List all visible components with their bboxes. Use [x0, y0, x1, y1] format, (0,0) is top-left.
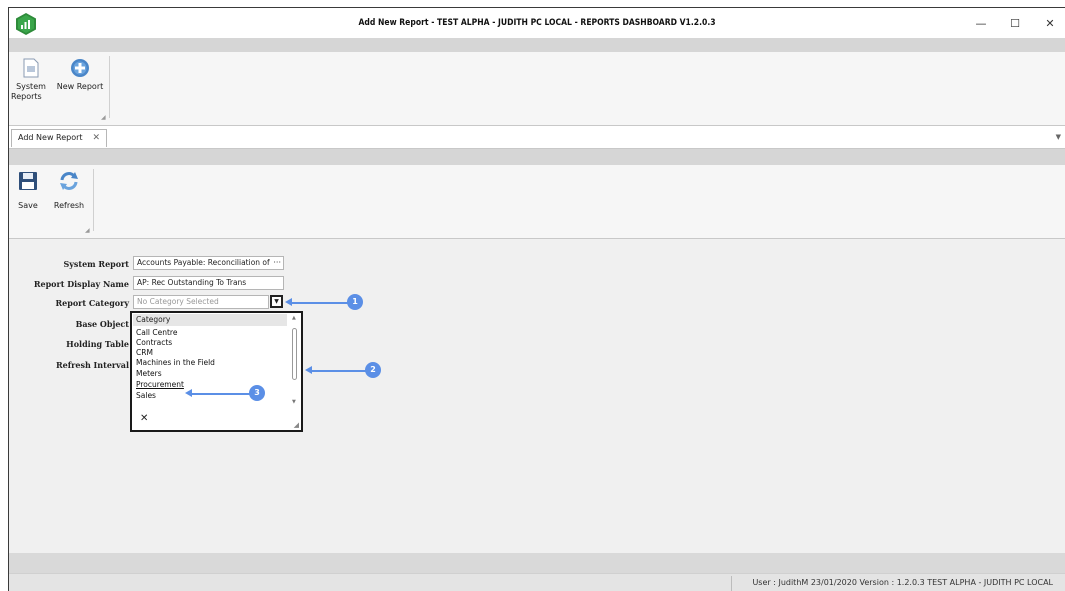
- system-reports-label-2: Reports: [11, 92, 42, 101]
- group-grip-icon: ◢: [85, 227, 90, 234]
- dropdown-header: Category: [133, 314, 287, 326]
- callout-badge-1: 1: [347, 294, 363, 310]
- scroll-down-icon[interactable]: ▼: [292, 399, 296, 405]
- callout-arrow-head: [305, 366, 312, 374]
- ellipsis-button[interactable]: ···: [273, 257, 281, 269]
- save-label: Save: [18, 201, 38, 210]
- ribbon-group-separator: [93, 169, 94, 231]
- doc-ribbon-header-bar: [9, 149, 1065, 165]
- system-report-value: Accounts Payable: Reconciliation of: [137, 258, 270, 267]
- status-bar: User : JudithM 23/01/2020 Version : 1.2.…: [9, 573, 1065, 591]
- callout-arrow-head: [185, 389, 192, 397]
- plus-circle-icon: [71, 59, 89, 77]
- list-item[interactable]: Contracts: [136, 338, 172, 348]
- tab-add-new-report[interactable]: Add New Report ✕: [11, 129, 107, 147]
- callout-badge-3: 3: [249, 385, 265, 401]
- ribbon-group-separator: [109, 56, 110, 118]
- callout-badge-2: 2: [365, 362, 381, 378]
- category-dropdown-list[interactable]: Category Call Centre Contracts CRM Machi…: [130, 311, 303, 432]
- scroll-up-icon[interactable]: ▲: [292, 315, 296, 321]
- list-item[interactable]: Machines in the Field: [136, 358, 215, 368]
- save-button[interactable]: Save: [13, 171, 43, 211]
- tab-close-icon[interactable]: ✕: [92, 130, 100, 146]
- refresh-button[interactable]: Refresh: [49, 171, 89, 211]
- bottom-band: [9, 553, 1065, 573]
- callout-arrow-line: [292, 302, 348, 304]
- list-item[interactable]: Sales: [136, 391, 156, 401]
- document-icon: [23, 58, 39, 78]
- refresh-interval-label: Refresh Interval: [55, 360, 129, 370]
- floppy-disk-icon: [19, 172, 37, 190]
- clear-selection-icon[interactable]: ✕: [140, 413, 148, 424]
- resize-grip-icon[interactable]: ◢: [294, 421, 299, 429]
- report-display-name-label: Report Display Name: [33, 279, 129, 289]
- title-bar: Add New Report - TEST ALPHA - JUDITH PC …: [9, 8, 1065, 38]
- system-reports-button[interactable]: System Reports: [11, 58, 51, 102]
- document-tabs: Add New Report ✕ ▼: [9, 126, 1065, 149]
- window-title: Add New Report - TEST ALPHA - JUDITH PC …: [358, 18, 716, 28]
- report-display-name-field[interactable]: AP: Rec Outstanding To Trans: [133, 276, 284, 290]
- refresh-icon: [60, 172, 78, 190]
- close-button[interactable]: ✕: [1040, 16, 1060, 32]
- group-grip-icon: ◢: [101, 114, 106, 121]
- status-separator: [731, 576, 732, 591]
- tab-label: Add New Report: [18, 133, 83, 142]
- new-report-label: New Report: [56, 82, 104, 91]
- ribbon-header-bar: [9, 38, 1065, 52]
- status-text: User : JudithM 23/01/2020 Version : 1.2.…: [752, 578, 1053, 587]
- list-item[interactable]: Call Centre: [136, 328, 177, 338]
- system-report-label: System Report: [63, 259, 129, 269]
- list-item[interactable]: Meters: [136, 369, 162, 379]
- maximize-button[interactable]: ☐: [1005, 16, 1025, 32]
- base-object-label: Base Object: [75, 319, 129, 329]
- callout-arrow-line: [192, 393, 250, 395]
- dropdown-scrollbar[interactable]: ▲ ▼: [290, 314, 300, 409]
- tab-list-dropdown-icon[interactable]: ▼: [1056, 133, 1061, 141]
- list-item[interactable]: CRM: [136, 348, 153, 358]
- scrollbar-thumb[interactable]: [292, 328, 297, 380]
- system-reports-label-1: System: [16, 82, 46, 91]
- holding-table-label: Holding Table: [66, 339, 129, 349]
- app-window: Add New Report - TEST ALPHA - JUDITH PC …: [8, 7, 1065, 591]
- minimize-button[interactable]: —: [971, 16, 991, 32]
- report-category-field[interactable]: No Category Selected: [133, 295, 269, 309]
- refresh-label: Refresh: [53, 201, 85, 210]
- category-dropdown-button[interactable]: ▼: [270, 295, 283, 308]
- main-ribbon: System Reports New Report ◢: [9, 52, 1065, 126]
- report-category-label: Report Category: [55, 298, 130, 308]
- new-report-button[interactable]: New Report: [53, 58, 107, 92]
- list-item-procurement[interactable]: Procurement: [136, 380, 184, 390]
- callout-arrow-head: [285, 298, 292, 306]
- callout-arrow-line: [312, 370, 366, 372]
- system-report-field[interactable]: Accounts Payable: Reconciliation of ···: [133, 256, 284, 270]
- document-ribbon: Save Refresh ◢: [9, 165, 1065, 239]
